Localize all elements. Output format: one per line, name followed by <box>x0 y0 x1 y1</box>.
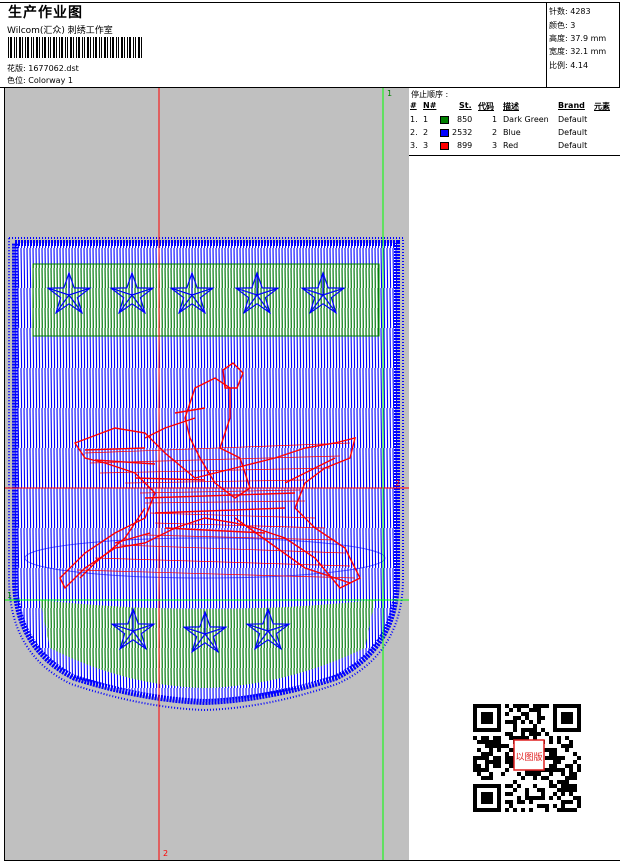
table-divider <box>409 155 620 156</box>
stop-sequence-title: 停止顺序 : <box>411 90 449 99</box>
guide-marker-right: 2 <box>395 479 400 488</box>
table-row: 3. 3 899 3 Red Default <box>410 141 588 150</box>
embroidery-preview: 1 2 1 2 <box>5 88 409 860</box>
col-header-index: # <box>410 101 417 110</box>
qr-code[interactable]: 以图版 <box>470 703 588 813</box>
guide-marker-bottom: 2 <box>163 849 168 858</box>
col-header-code: 代码 <box>478 102 494 111</box>
frame-top <box>0 2 620 3</box>
barcode <box>8 37 142 58</box>
qr-stamp: 以图版 <box>515 751 542 763</box>
stats-panel: 针数: 4283 颜色: 3 高度: 37.9 mm 宽度: 32.1 mm 比… <box>546 3 620 87</box>
design-canvas: 1 2 1 2 <box>5 88 409 860</box>
table-row: 1. 1 850 1 Dark Green Default <box>410 115 588 124</box>
colorway-label: 色位: Colorway 1 <box>7 76 73 85</box>
stat-width: 宽度: 32.1 mm <box>549 47 607 56</box>
stat-stitches: 针数: 4283 <box>549 7 591 16</box>
studio-name: Wilcom(汇众) 刺绣工作室 <box>7 26 113 36</box>
table-row: 2. 2 2532 2 Blue Default <box>410 128 588 137</box>
design-file: 花版: 1677062.dst <box>7 64 79 73</box>
guide-marker-top: 1 <box>387 89 392 98</box>
stat-scale: 比例: 4.14 <box>549 61 589 70</box>
color-swatch <box>440 116 449 124</box>
col-header-element: 元素 <box>594 102 610 111</box>
col-header-desc: 描述 <box>503 102 519 111</box>
stat-height: 高度: 37.9 mm <box>549 34 607 43</box>
color-swatch <box>440 142 449 150</box>
col-header-brand: Brand <box>558 101 585 110</box>
color-swatch <box>440 129 449 137</box>
col-header-stitches: St. <box>459 101 472 110</box>
col-header-n: N# <box>423 101 437 110</box>
guide-marker-left: 1 <box>7 591 12 600</box>
page-title: 生产作业图 <box>8 5 83 21</box>
stat-colors: 颜色: 3 <box>549 21 576 30</box>
